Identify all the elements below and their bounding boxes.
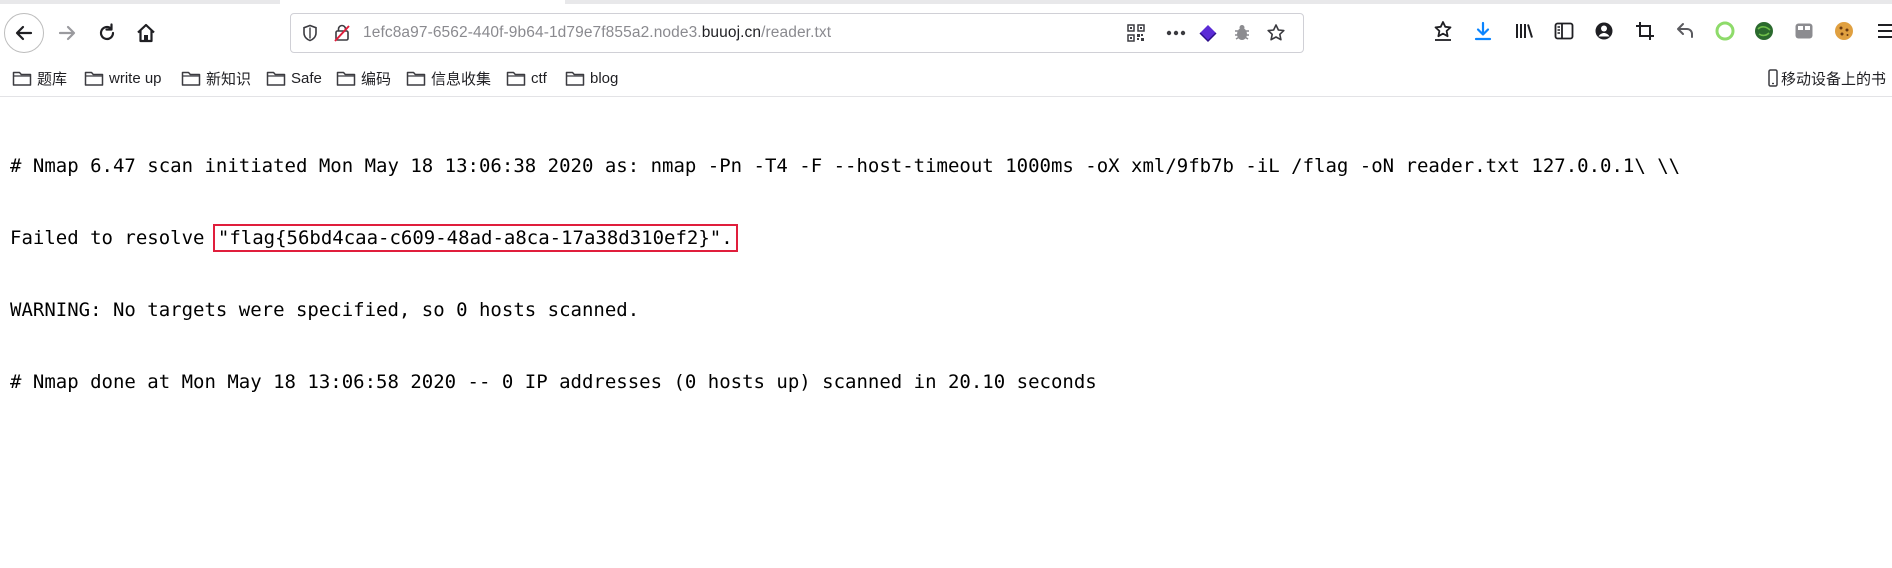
url-bar[interactable]: 1efc8a97-6562-440f-9b64-1d79e7f855a2.nod… <box>290 13 1304 53</box>
sidebar-icon[interactable] <box>1551 18 1577 44</box>
url-prefix: 1efc8a97-6562-440f-9b64-1d79e7f855a2.nod… <box>363 24 702 41</box>
container-icon[interactable] <box>1791 18 1817 44</box>
mobile-device-icon <box>1768 69 1778 87</box>
bookmark-star-icon[interactable] <box>1265 22 1287 44</box>
reload-icon <box>99 23 115 41</box>
library-icon[interactable] <box>1511 18 1537 44</box>
bookmark-folder-bianma[interactable]: 编码 <box>336 67 391 89</box>
folder-icon <box>266 71 286 86</box>
folder-icon <box>84 71 104 86</box>
bug-extension-icon[interactable] <box>1231 22 1253 44</box>
home-icon <box>137 23 155 43</box>
bookmark-label: blog <box>590 69 619 87</box>
forward-button[interactable] <box>47 13 87 53</box>
account-icon[interactable] <box>1591 18 1617 44</box>
url-domain: buuoj.cn <box>701 24 762 41</box>
bookmark-folder-ctf[interactable]: ctf <box>506 67 547 89</box>
reload-button[interactable] <box>87 13 127 53</box>
url-path: /reader.txt <box>761 24 832 41</box>
more-icon[interactable] <box>1165 22 1187 44</box>
bookmark-label: Safe <box>291 69 322 87</box>
insecure-lock-icon[interactable] <box>331 22 353 44</box>
text-line-prefix: Failed to resolve <box>10 227 216 249</box>
undo-icon[interactable] <box>1672 18 1698 44</box>
bookmark-label: 信息收集 <box>431 70 492 88</box>
browser-toolbar: 1efc8a97-6562-440f-9b64-1d79e7f855a2.nod… <box>0 0 1892 97</box>
flag-highlight: "flag{56bd4caa-c609-48ad-a8ca-17a38d310e… <box>212 224 738 252</box>
text-line: # Nmap 6.47 scan initiated Mon May 18 13… <box>10 155 1681 177</box>
text-line: Failed to resolve "flag{56bd4caa-c609-48… <box>10 224 1680 252</box>
bookmark-folder-tiku[interactable]: 题库 <box>12 67 67 89</box>
folder-icon <box>181 71 201 86</box>
bookmark-folder-blog[interactable]: blog <box>565 67 618 89</box>
menu-icon[interactable] <box>1872 18 1892 44</box>
back-icon <box>15 25 33 41</box>
url-text[interactable]: 1efc8a97-6562-440f-9b64-1d79e7f855a2.nod… <box>363 24 831 42</box>
bookmark-folder-xinxishouji[interactable]: 信息收集 <box>406 67 491 89</box>
download-icon[interactable] <box>1470 18 1496 44</box>
qr-code-icon[interactable] <box>1125 22 1147 44</box>
crop-icon[interactable] <box>1632 18 1658 44</box>
bookmark-folder-write-up[interactable]: write up <box>84 67 162 89</box>
layers-extension-icon[interactable] <box>1197 22 1219 44</box>
text-line: WARNING: No targets were specified, so 0… <box>10 299 640 321</box>
tab-strip-edge <box>565 0 1892 4</box>
back-button[interactable] <box>4 13 44 53</box>
bookmark-label: 新知识 <box>206 70 252 88</box>
folder-icon <box>565 71 585 86</box>
bookmark-label: 编码 <box>361 70 392 88</box>
shield-icon[interactable] <box>299 22 321 44</box>
forward-icon <box>58 25 76 41</box>
bookmark-label: write up <box>109 69 162 87</box>
reading-list-icon[interactable] <box>1430 18 1456 44</box>
mobile-bookmarks-label: 移动设备上的书 <box>1781 70 1887 88</box>
home-button[interactable] <box>126 13 166 53</box>
bookmark-folder-xinzhishi[interactable]: 新知识 <box>181 67 251 89</box>
bookmark-folder-safe[interactable]: Safe <box>266 67 322 89</box>
folder-icon <box>506 71 526 86</box>
green-ball-icon[interactable] <box>1751 18 1777 44</box>
text-line: # Nmap done at Mon May 18 13:06:58 2020 … <box>10 371 1097 393</box>
folder-icon <box>336 71 356 86</box>
mobile-bookmarks[interactable]: 移动设备上的书 <box>1768 67 1886 89</box>
tab-strip-edge <box>0 0 280 4</box>
plain-text-document: # Nmap 6.47 scan initiated Mon May 18 13… <box>10 106 1680 418</box>
bookmark-label: 题库 <box>37 70 68 88</box>
folder-icon <box>406 71 426 86</box>
bookmark-label: ctf <box>531 69 547 87</box>
cookie-icon[interactable] <box>1831 18 1857 44</box>
folder-icon <box>12 71 32 86</box>
bookmarks-toolbar: 题库 write up 新知识 Safe 编码 信息收集 ctf blog 移动… <box>0 60 1892 97</box>
green-ring-icon[interactable] <box>1712 18 1738 44</box>
